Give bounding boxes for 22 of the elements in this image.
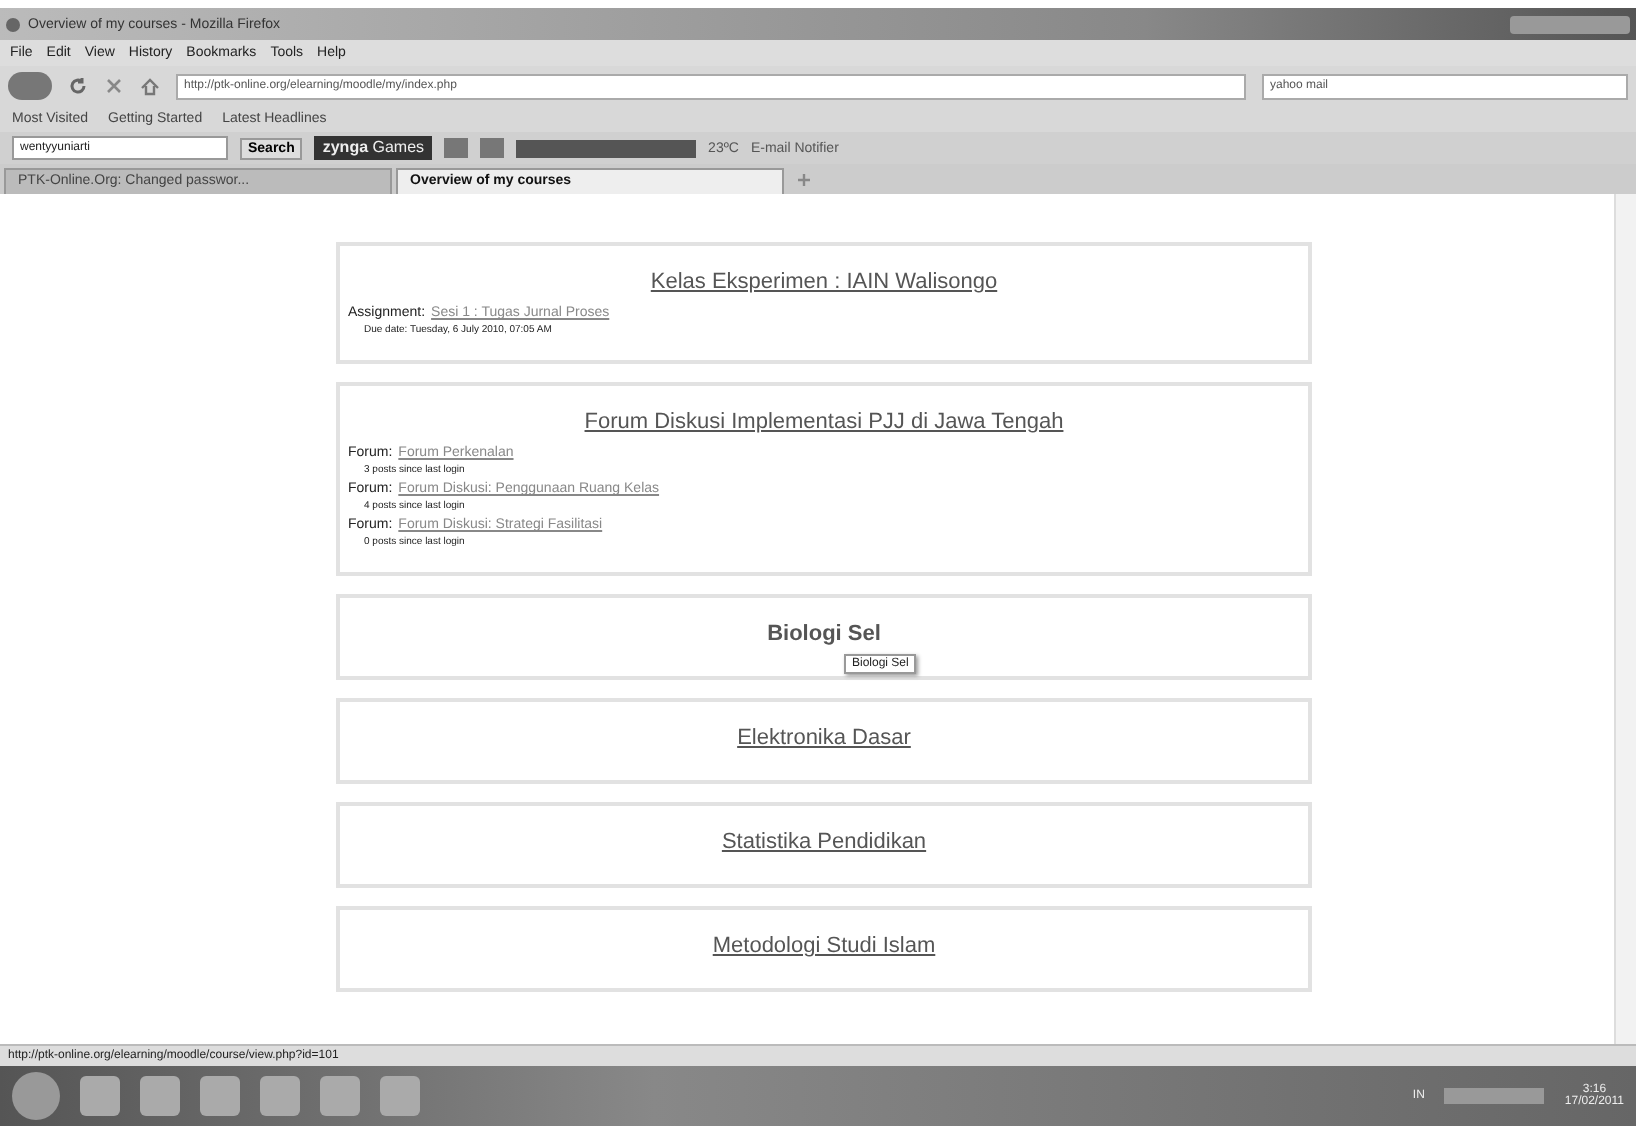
scrollbar[interactable] [1614, 194, 1636, 1044]
course-title-link[interactable]: Metodologi Studi Islam [712, 934, 936, 958]
course-title-link[interactable]: Elektronika Dasar [737, 726, 911, 750]
taskbar-app-icon[interactable] [80, 1076, 120, 1116]
home-icon[interactable] [140, 76, 160, 96]
stop-icon[interactable] [104, 76, 124, 96]
taskbar-app-icon[interactable] [260, 1076, 300, 1116]
taskbar-app-icon[interactable] [200, 1076, 240, 1116]
course-title-link[interactable]: Biologi Sel [767, 622, 881, 646]
toolbar-icon[interactable] [480, 138, 505, 158]
new-tab-button[interactable] [794, 170, 814, 190]
start-button[interactable] [12, 1072, 60, 1120]
back-button[interactable] [8, 72, 52, 100]
taskbar-app-icon[interactable] [140, 1076, 180, 1116]
toolbar-icon[interactable] [444, 138, 469, 158]
reload-icon[interactable] [68, 76, 88, 96]
course-title-link[interactable]: Kelas Eksperimen : IAIN Walisongo [650, 270, 998, 294]
taskbar-app-icon[interactable] [320, 1076, 360, 1116]
taskbar-app-icon[interactable] [380, 1076, 420, 1116]
course-title-link[interactable]: Statistika Pendidikan [721, 830, 927, 854]
zynga-button[interactable]: zynga Games [314, 136, 433, 160]
course-title-link[interactable]: Forum Diskusi Implementasi PJJ di Jawa Tengah [584, 410, 1064, 434]
